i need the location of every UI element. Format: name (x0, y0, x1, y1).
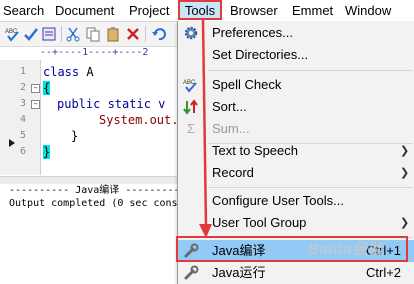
line-number-gutter: 1 2 3 4 5 6 − − (0, 60, 41, 175)
menu-project[interactable]: Project (129, 1, 169, 20)
code-line-6: } (43, 145, 51, 159)
code-line-2: { (43, 81, 51, 95)
sum-icon: Σ (186, 121, 196, 136)
code-line-5: } (71, 129, 79, 143)
menu-item-set-directories[interactable]: Set Directories... (178, 44, 414, 66)
copy-icon[interactable] (84, 25, 102, 43)
code-line-1: class A (43, 65, 94, 79)
menu-item-spell-check[interactable]: ABC Spell Check (178, 74, 414, 96)
menu-document[interactable]: Document (55, 1, 114, 20)
line-number: 2 (19, 82, 26, 93)
menu-search[interactable]: Search (3, 1, 44, 20)
toolbar: ABC (0, 22, 180, 47)
submenu-arrow-icon: ❯ (400, 217, 410, 229)
fold-toggle[interactable]: − (31, 100, 40, 109)
paste-icon[interactable] (104, 25, 122, 43)
baidu-watermark: Baidu经验 (308, 241, 384, 258)
menu-item-java-run[interactable]: Java运行 Ctrl+2 (178, 262, 414, 284)
menu-item-sum: Σ Sum... (178, 118, 414, 140)
sort-icon (183, 99, 199, 115)
code-editor[interactable]: class A { public static v System.out. } … (43, 60, 180, 175)
menu-item-configure-user-tools[interactable]: Configure User Tools... (178, 190, 414, 212)
checkmark-icon[interactable] (22, 25, 40, 43)
line-number: 4 (19, 114, 26, 125)
menu-item-sort[interactable]: Sort... (178, 96, 414, 118)
line-number: 3 (19, 98, 26, 109)
delete-icon[interactable] (124, 25, 142, 43)
fold-toggle[interactable]: − (31, 84, 40, 93)
menu-item-preferences[interactable]: Preferences... (178, 22, 414, 44)
list-icon[interactable] (40, 25, 58, 43)
output-line: Output completed (0 sec consum (9, 198, 179, 209)
line-number: 6 (19, 146, 26, 157)
gear-icon (183, 25, 199, 41)
current-line-marker-icon (9, 139, 15, 147)
output-pane: ---------- Java编译 ---------- Output comp… (0, 184, 180, 284)
submenu-arrow-icon: ❯ (400, 145, 410, 157)
wrench-icon (183, 265, 199, 281)
menu-item-text-to-speech[interactable]: Text to Speech ❯ (178, 140, 414, 162)
menu-emmet[interactable]: Emmet (292, 1, 333, 20)
submenu-arrow-icon: ❯ (400, 167, 410, 179)
menu-item-user-tool-group[interactable]: User Tool Group ❯ (178, 212, 414, 234)
output-header: ---------- Java编译 ---------- (9, 185, 179, 196)
spellcheck-icon[interactable]: ABC (4, 25, 22, 43)
spellcheck-icon: ABC (183, 77, 199, 93)
column-ruler: --+----1----+----2 (40, 47, 180, 59)
undo-icon[interactable] (150, 25, 168, 43)
tools-annotation-box (178, 0, 222, 20)
code-line-4: System.out. (99, 113, 179, 127)
menu-browser[interactable]: Browser (230, 1, 278, 20)
menu-window[interactable]: Window (345, 1, 391, 20)
line-number: 1 (19, 66, 26, 77)
code-line-3: public static v (57, 97, 166, 111)
cut-icon[interactable] (64, 25, 82, 43)
menu-item-record[interactable]: Record ❯ (178, 162, 414, 184)
